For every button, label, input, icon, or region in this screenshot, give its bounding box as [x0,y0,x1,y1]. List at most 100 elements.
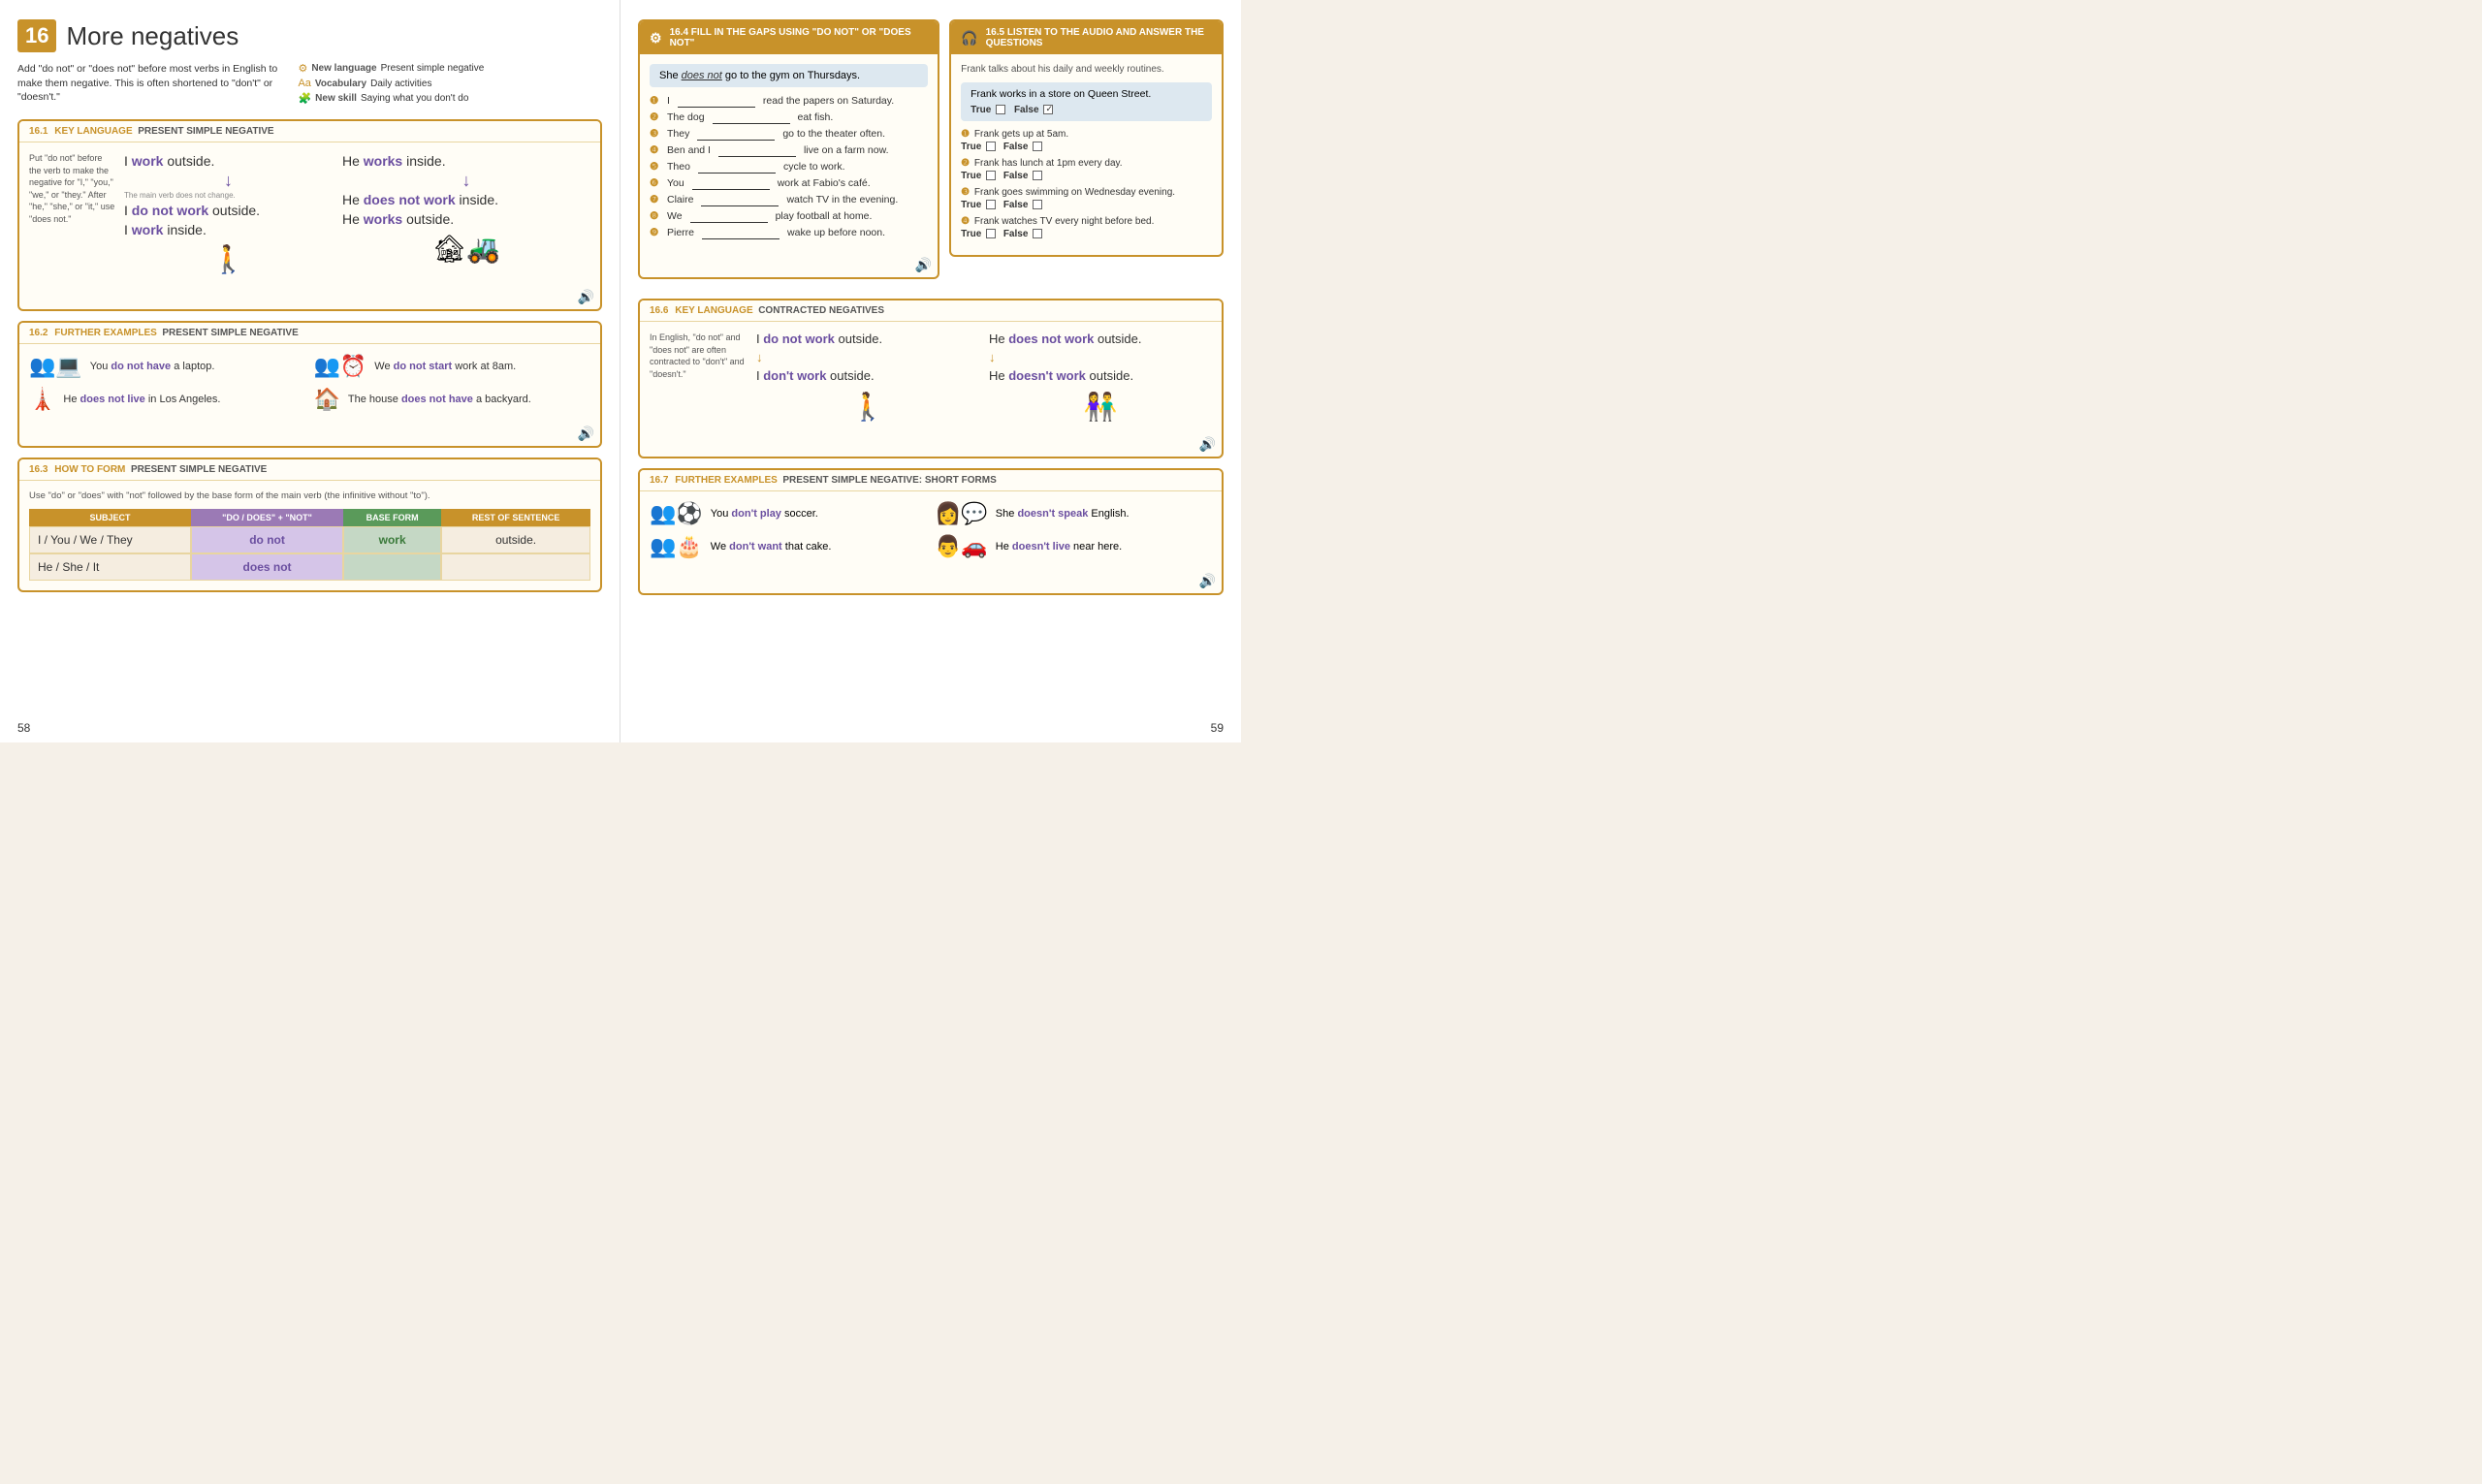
fill-item-2: ❷ The dog eat fish. [650,111,928,124]
intro-section: Add "do not" or "does not" before most v… [17,62,602,108]
sound-icon-167[interactable]: 🔊 [640,569,1222,593]
intro-text: Add "do not" or "does not" before most v… [17,62,280,108]
tag-vocabulary: Aa Vocabulary Daily activities [298,78,602,89]
short-item-2: 👩💬 She doesn't speak English. [935,501,1212,526]
chapter-title: More negatives [66,21,239,51]
base-2 [343,553,441,581]
fill-item-7: ❼ Claire watch TV in the evening. [650,194,928,206]
top-row: ⚙ 16.4 FILL IN THE GAPS USING "DO NOT" O… [638,19,1224,289]
q2-true-checkbox[interactable] [986,171,996,180]
q4-true-checkbox[interactable] [986,229,996,238]
section-165: 🎧 16.5 LISTEN TO THE AUDIO AND ANSWER TH… [949,19,1224,257]
section-161-content: Put "do not" before the verb to make the… [19,142,600,285]
sound-icon-164[interactable]: 🔊 [640,253,938,277]
q1-false-checkbox[interactable] [1033,142,1042,151]
section-164-header: ⚙ 16.4 FILL IN THE GAPS USING "DO NOT" O… [640,21,938,54]
clock-icon: 👥⏰ [314,354,367,379]
table-row-2: He / She / It does not [29,553,590,581]
sound-icon-161[interactable]: 🔊 [19,285,600,309]
fill-list: ❶ I read the papers on Saturday. ❷ The d… [650,95,928,239]
161-examples-left: I work outside. ↓ The main verb does not… [124,152,333,275]
tag-new-language: ⚙ New language Present simple negative [298,62,602,75]
eiffel-icon: 🗼 [29,387,55,412]
statement-true-checkbox[interactable] [996,105,1005,114]
section-164-content: She does not go to the gym on Thursdays.… [640,54,938,253]
listen-item-3: ❸ Frank goes swimming on Wednesday eveni… [961,187,1212,210]
section-166-header: 16.6 KEY LANGUAGE CONTRACTED NEGATIVES [640,300,1222,322]
section-162-content: 👥💻 You do not have a laptop. 👥⏰ We do no… [19,344,600,422]
speak-icon: 👩💬 [935,501,988,526]
section-161-header: 16.1 KEY LANGUAGE PRESENT SIMPLE NEGATIV… [19,121,600,142]
rest-2 [441,553,590,581]
listen-item-4: ❹ Frank watches TV every night before be… [961,216,1212,239]
page-spread: 16 More negatives Add "do not" or "does … [0,0,1241,742]
short-item-4: 👨🚗 He doesn't live near here. [935,534,1212,559]
sound-icon-162[interactable]: 🔊 [19,422,600,446]
do-1: do not [191,526,343,553]
gear-icon: ⚙ [298,62,307,75]
statement-false-checkbox[interactable] [1043,105,1053,114]
contracted-left: I do not work outside. ↓ I don't work ou… [756,332,979,423]
figure-contracted-right: 👫 [989,391,1212,423]
q4-false-checkbox[interactable] [1033,229,1042,238]
short-item-3: 👥🎂 We don't want that cake. [650,534,927,559]
further-item-1: 👥💻 You do not have a laptop. [29,354,306,379]
fill-item-1: ❶ I read the papers on Saturday. [650,95,928,108]
163-description: Use "do" or "does" with "not" followed b… [29,490,590,501]
cake-icon: 👥🎂 [650,534,703,559]
section-166-content: In English, "do not" and "does not" are … [640,322,1222,432]
section-163: 16.3 HOW TO FORM PRESENT SIMPLE NEGATIVE… [17,458,602,592]
right-page: ⚙ 16.4 FILL IN THE GAPS USING "DO NOT" O… [620,0,1241,742]
car-icon: 👨🚗 [935,534,988,559]
subject-2: He / She / It [29,553,191,581]
section-161: 16.1 KEY LANGUAGE PRESENT SIMPLE NEGATIV… [17,119,602,311]
q3-false-checkbox[interactable] [1033,200,1042,209]
listen-item-1: ❶ Frank gets up at 5am. True False [961,129,1212,152]
section-165-header: 🎧 16.5 LISTEN TO THE AUDIO AND ANSWER TH… [951,21,1222,54]
figure-contracted-left: 🚶 [756,391,979,423]
col-164: ⚙ 16.4 FILL IN THE GAPS USING "DO NOT" O… [638,19,939,289]
fill-example: She does not go to the gym on Thursdays. [650,64,928,87]
section-165-content: Frank talks about his daily and weekly r… [951,54,1222,255]
q2-false-checkbox[interactable] [1033,171,1042,180]
further-item-3: 🗼 He does not live in Los Angeles. [29,387,306,412]
listen-list: ❶ Frank gets up at 5am. True False [961,129,1212,239]
pencil-icon: ⚙ [650,30,662,47]
section-167-header: 16.7 FURTHER EXAMPLES PRESENT SIMPLE NEG… [640,470,1222,491]
listen-item-2: ❷ Frank has lunch at 1pm every day. True… [961,158,1212,181]
161-examples-right: He works inside. ↓ He does not work insi… [342,152,590,275]
arrow-down-2-icon: ↓ [342,172,590,189]
listen-statement: Frank works in a store on Queen Street. … [961,82,1212,121]
page-number-right: 59 [1211,721,1224,735]
section-163-content: Use "do" or "does" with "not" followed b… [19,481,600,590]
chapter-number: 16 [17,19,56,52]
grammar-table: SUBJECT "DO / DOES" + "NOT" BASE FORM RE… [29,509,590,581]
vocabulary-icon: Aa [298,78,310,89]
section-162: 16.2 FURTHER EXAMPLES PRESENT SIMPLE NEG… [17,321,602,448]
fill-item-3: ❸ They go to the theater often. [650,128,928,141]
section-164: ⚙ 16.4 FILL IN THE GAPS USING "DO NOT" O… [638,19,939,279]
skill-icon: 🧩 [298,92,311,105]
section-166: 16.6 KEY LANGUAGE CONTRACTED NEGATIVES I… [638,299,1224,458]
rest-1: outside. [441,526,590,553]
q1-true-checkbox[interactable] [986,142,996,151]
arrow-down-icon: ↓ [124,172,333,189]
further-item-4: 🏠 The house does not have a backyard. [314,387,591,412]
sound-icon-166[interactable]: 🔊 [640,432,1222,457]
section-163-header: 16.3 HOW TO FORM PRESENT SIMPLE NEGATIVE [19,459,600,481]
col-do-does: "DO / DOES" + "NOT" [191,509,343,526]
fill-item-9: ❾ Pierre wake up before noon. [650,227,928,239]
listen-intro: Frank talks about his daily and weekly r… [961,64,1212,75]
page-number-left: 58 [17,721,30,735]
fill-item-5: ❺ Theo cycle to work. [650,161,928,174]
subject-1: I / You / We / They [29,526,191,553]
q3-true-checkbox[interactable] [986,200,996,209]
headphone-icon: 🎧 [961,30,977,47]
soccer-icon: 👥⚽ [650,501,703,526]
col-rest: REST OF SENTENCE [441,509,590,526]
section-167-content: 👥⚽ You don't play soccer. 👩💬 She doesn't… [640,491,1222,569]
fill-item-8: ❽ We play football at home. [650,210,928,223]
base-1: work [343,526,441,553]
contracted-right: He does not work outside. ↓ He doesn't w… [989,332,1212,423]
161-explanation: Put "do not" before the verb to make the… [29,152,116,275]
